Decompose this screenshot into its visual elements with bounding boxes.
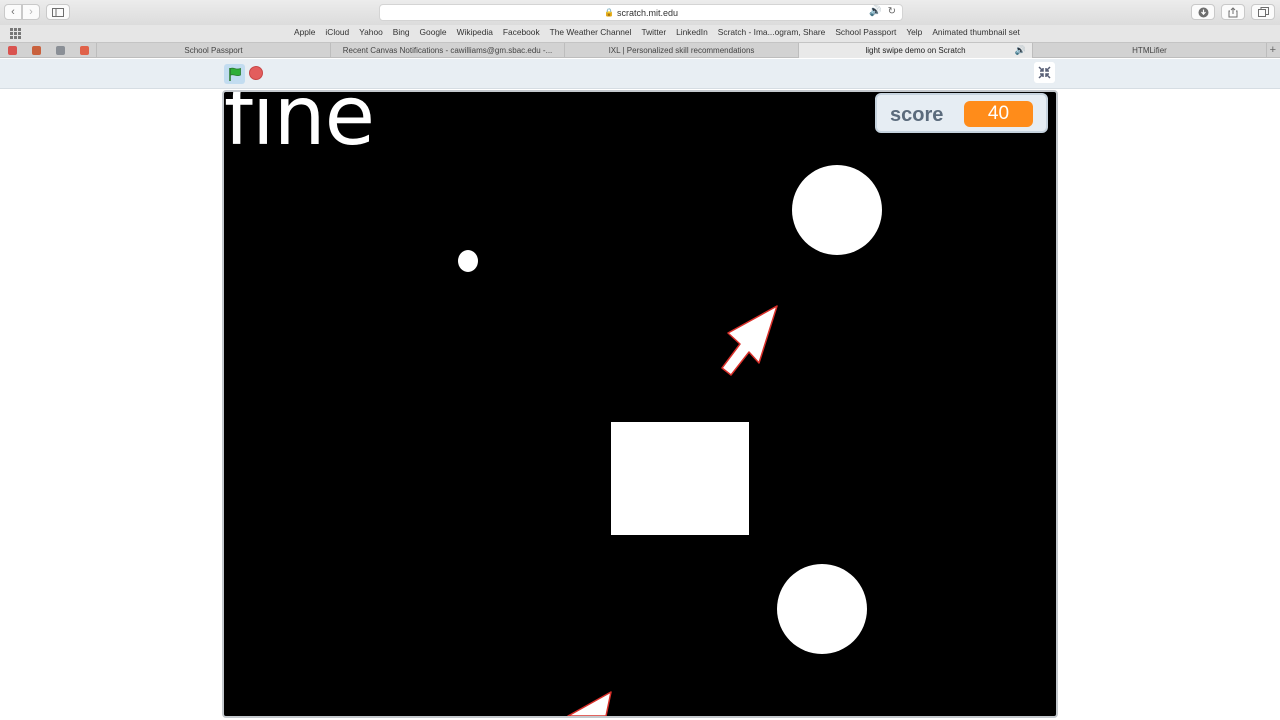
fullscreen-button[interactable]: [1034, 62, 1055, 83]
top-sites-grid-icon[interactable]: [10, 28, 21, 39]
favorite-yelp[interactable]: Yelp: [906, 27, 922, 37]
green-flag-icon: [228, 67, 241, 81]
tab-ixl[interactable]: IXL | Personalized skill recommendations: [564, 43, 798, 58]
favorite-bing[interactable]: Bing: [393, 27, 410, 37]
pinned-tab-icon: [55, 45, 65, 55]
reload-icon[interactable]: ↻: [888, 6, 896, 17]
browser-toolbar: ‹ › 🔒 scratch.mit.edu 🔊 ↻: [0, 0, 1280, 25]
tab-label: light swipe demo on Scratch: [865, 46, 966, 55]
lock-icon: 🔒: [604, 8, 614, 17]
tab-light-swipe-demo[interactable]: light swipe demo on Scratch 🔊: [798, 43, 1032, 58]
favorite-twitter[interactable]: Twitter: [641, 27, 666, 37]
favorite-apple[interactable]: Apple: [294, 27, 315, 37]
audio-icon[interactable]: 🔊: [869, 6, 881, 17]
share-button[interactable]: [1221, 4, 1245, 20]
favorite-google[interactable]: Google: [420, 27, 447, 37]
tab-label: School Passport: [184, 46, 243, 55]
favorite-linkedin[interactable]: LinkedIn: [676, 27, 708, 37]
fullscreen-exit-icon: [1038, 66, 1051, 79]
tab-school-passport[interactable]: School Passport: [96, 43, 330, 58]
arrow-sprites: [567, 305, 778, 716]
pinned-tabs: [0, 43, 96, 57]
chevron-left-icon: ‹: [11, 6, 15, 18]
download-icon: [1198, 7, 1208, 17]
favorite-wikipedia[interactable]: Wikipedia: [457, 27, 493, 37]
arrow-cursor-sprite: [567, 691, 612, 716]
player-controls-bar: [0, 59, 1280, 89]
pinned-tab[interactable]: [24, 43, 48, 58]
tab-overview-button[interactable]: [1251, 4, 1275, 20]
address-bar[interactable]: 🔒 scratch.mit.edu 🔊 ↻: [379, 4, 903, 21]
share-icon: [1228, 6, 1238, 17]
tab-htmlifier[interactable]: HTMLifier: [1032, 43, 1266, 58]
favorite-icloud[interactable]: iCloud: [325, 27, 349, 37]
favorites-bar: Apple iCloud Yahoo Bing Google Wikipedia…: [0, 25, 1280, 42]
pinned-tab[interactable]: [0, 43, 24, 58]
stop-button[interactable]: [249, 66, 263, 80]
pinned-tab-icon: [31, 45, 41, 55]
tab-label: Recent Canvas Notifications - cawilliams…: [342, 46, 553, 55]
favorite-yahoo[interactable]: Yahoo: [359, 27, 383, 37]
plus-icon: +: [1269, 44, 1276, 56]
favorite-animated-thumbnail-set[interactable]: Animated thumbnail set: [932, 27, 1020, 37]
scratch-stage[interactable]: fine score 40: [222, 90, 1058, 718]
sidebar-button[interactable]: [46, 4, 70, 20]
tab-label: IXL | Personalized skill recommendations: [608, 46, 755, 55]
downloads-button[interactable]: [1191, 4, 1215, 20]
favorite-facebook[interactable]: Facebook: [503, 27, 540, 37]
green-flag-button[interactable]: [224, 64, 245, 84]
pinned-tab[interactable]: [48, 43, 72, 58]
url-text: scratch.mit.edu: [616, 7, 678, 18]
tab-bar: School Passport Recent Canvas Notificati…: [0, 42, 1280, 58]
favorite-weather-channel[interactable]: The Weather Channel: [550, 27, 632, 37]
favorite-school-passport[interactable]: School Passport: [835, 27, 896, 37]
tabs-icon: [1257, 7, 1269, 17]
forward-button[interactable]: ›: [22, 4, 40, 20]
chevron-right-icon: ›: [29, 6, 33, 18]
favorite-scratch[interactable]: Scratch - Ima...ogram, Share: [718, 27, 826, 37]
sidebar-icon: [52, 7, 64, 17]
tab-canvas-notifications[interactable]: Recent Canvas Notifications - cawilliams…: [330, 43, 564, 58]
pinned-tab-icon: [79, 45, 89, 55]
pinned-tab-icon: [7, 45, 17, 55]
speaker-icon[interactable]: 🔊: [1015, 45, 1026, 56]
arrow-cursor-sprite: [721, 305, 778, 376]
tab-label: HTMLifier: [1132, 46, 1167, 55]
new-tab-button[interactable]: +: [1266, 43, 1280, 57]
pinned-tab[interactable]: [72, 43, 96, 58]
back-button[interactable]: ‹: [4, 4, 22, 20]
